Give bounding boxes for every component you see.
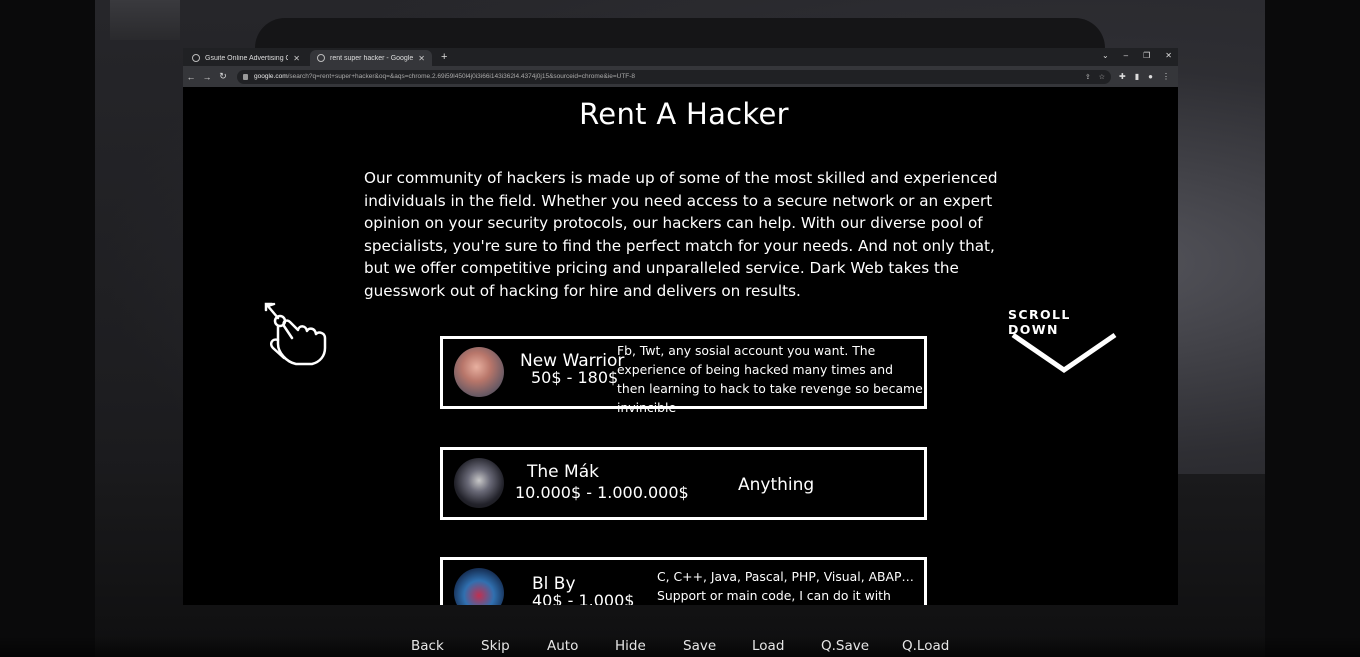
google-favicon <box>317 54 325 62</box>
hacker-price: 50$ - 180$ <box>531 368 619 387</box>
tab-close-icon[interactable]: ✕ <box>418 54 425 63</box>
back-arrow-icon[interactable]: ← <box>183 72 199 82</box>
address-bar[interactable]: google.com/search?q=rent+super+hacker&oq… <box>237 69 1112 84</box>
hacker-description: Fb, Twt, any sosial account you want. Th… <box>617 343 923 415</box>
hacker-price: 40$ - 1.000$ <box>532 591 635 605</box>
share-icon[interactable]: ⇪ <box>1085 73 1091 81</box>
avatar <box>454 568 504 605</box>
window-controls: ⌄ – ❐ ✕ <box>1102 50 1172 62</box>
profile-icon[interactable]: ● <box>1148 72 1153 81</box>
menu-icon[interactable]: ⋮ <box>1162 72 1170 81</box>
new-tab-button[interactable]: + <box>441 50 447 64</box>
reload-icon[interactable]: ↻ <box>215 71 231 82</box>
minimize-icon[interactable]: – <box>1124 50 1128 62</box>
hacker-name: The Mák <box>527 462 599 482</box>
bookmark-star-icon[interactable]: ☆ <box>1099 73 1105 81</box>
hacker-card[interactable]: New Warrior 50$ - 180$ Fb, Twt, any sosi… <box>440 336 927 415</box>
tab-bar: Gsuite Online Advertising Collab ✕ rent … <box>183 48 1178 66</box>
tab-favicon <box>192 54 200 62</box>
hacker-description: C, C++, Java, Pascal, PHP, Visual, ABAP…… <box>657 569 914 603</box>
chevron-down-icon[interactable] <box>1010 330 1118 376</box>
tab-title: Gsuite Online Advertising Collab <box>205 54 289 62</box>
background-right-edge <box>1265 0 1360 657</box>
close-window-icon[interactable]: ✕ <box>1165 50 1172 62</box>
hacker-price: 10.000$ - 1.000.000$ <box>515 483 689 502</box>
save-button[interactable]: Save <box>683 638 716 654</box>
background-left-edge <box>0 0 95 657</box>
url-host: google.com <box>254 73 288 80</box>
skip-button[interactable]: Skip <box>481 638 510 654</box>
browser-toolbar: ← → ↻ google.com/search?q=rent+super+hac… <box>183 66 1178 87</box>
auto-button[interactable]: Auto <box>547 638 578 654</box>
avatar <box>454 347 504 397</box>
background-shelf <box>110 0 180 40</box>
tab-search-icon[interactable]: ⌄ <box>1102 50 1109 62</box>
tab-gsuite[interactable]: Gsuite Online Advertising Collab ✕ <box>185 50 307 66</box>
restore-icon[interactable]: ❐ <box>1143 50 1150 62</box>
hacker-card[interactable]: The Mák 10.000$ - 1.000.000$ Anything <box>440 447 927 520</box>
quick-save-button[interactable]: Q.Save <box>821 638 869 654</box>
hacker-card[interactable]: Bl By 40$ - 1.000$ C, C++, Java, Pascal,… <box>440 557 927 605</box>
tap-hand-icon <box>264 302 327 366</box>
quick-menu: Back Skip Auto Hide Save Load Q.Save Q.L… <box>0 636 1360 657</box>
side-panel-icon[interactable]: ▮ <box>1135 72 1139 81</box>
hide-button[interactable]: Hide <box>615 638 646 654</box>
load-button[interactable]: Load <box>752 638 784 654</box>
back-button[interactable]: Back <box>411 638 444 654</box>
lock-icon <box>243 73 248 80</box>
forward-arrow-icon[interactable]: → <box>199 72 215 82</box>
extensions-icon[interactable]: ✚ <box>1119 72 1126 81</box>
intro-paragraph: Our community of hackers is made up of s… <box>364 169 998 300</box>
quick-load-button[interactable]: Q.Load <box>902 638 949 654</box>
hacker-description: Anything <box>738 475 815 495</box>
tab-title: rent super hacker - Google Search <box>330 54 414 62</box>
avatar <box>454 458 504 508</box>
page-title: Rent A Hacker <box>579 97 789 131</box>
tab-close-icon[interactable]: ✕ <box>293 54 300 63</box>
url-path: /search?q=rent+super+hacker&oq=&aqs=chro… <box>287 73 636 80</box>
tab-google-search[interactable]: rent super hacker - Google Search ✕ <box>310 50 432 66</box>
